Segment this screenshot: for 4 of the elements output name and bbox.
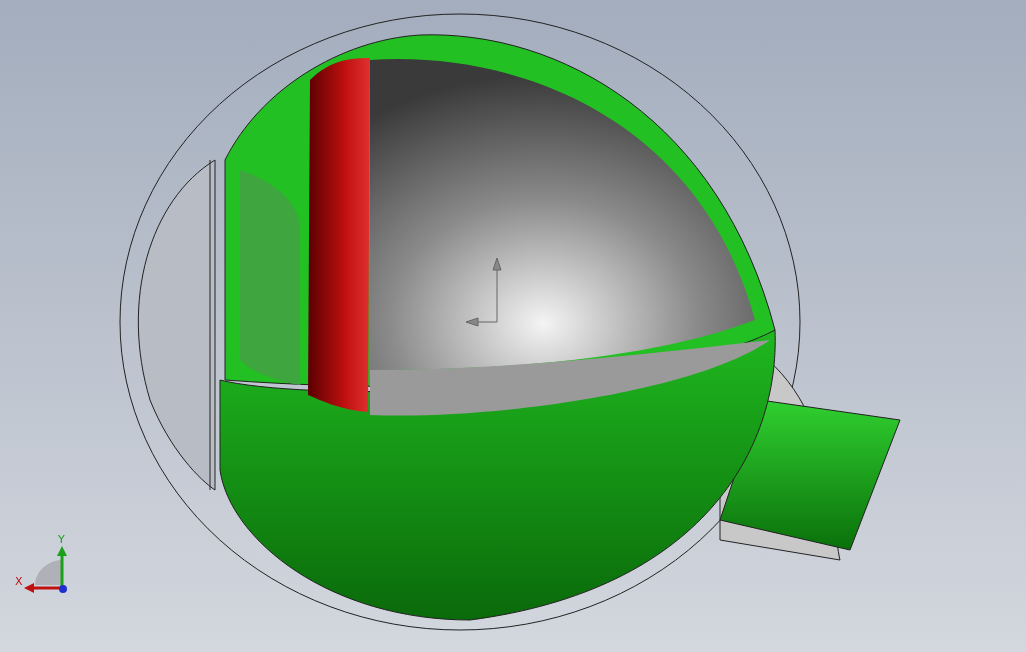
axis-triad-icon [24,546,67,593]
y-axis-label: Y [58,533,65,546]
origin-arrows-icon [465,257,502,327]
x-axis-label: X [15,575,23,588]
